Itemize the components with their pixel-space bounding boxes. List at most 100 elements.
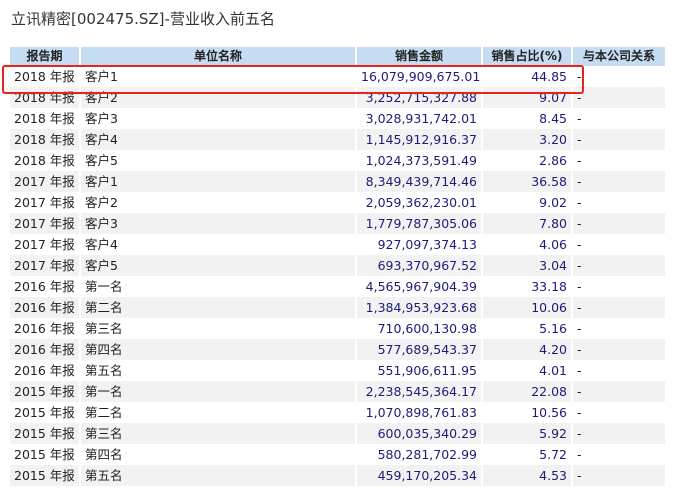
period-cell: 2017 年报 [10,171,81,192]
relation-cell: - [572,213,667,234]
name-cell: 第一名 [80,381,357,402]
pct-cell: 5.92 [482,423,573,444]
amount-cell: 459,170,205.34 [356,465,483,486]
pct-cell: 9.07 [482,87,573,108]
header-period[interactable]: 报告期 [10,47,81,66]
relation-cell: - [572,108,667,129]
revenue-top5-table: 报告期 单位名称 销售金额 销售占比(%) 与本公司关系 2018 年报 客户1 1… [10,47,667,486]
header-pct[interactable]: 销售占比(%) [482,47,573,66]
period-cell: 2016 年报 [10,360,81,381]
period-cell: 2016 年报 [10,297,81,318]
period-cell: 2018 年报 [10,87,81,108]
period-cell: 2016 年报 [10,318,81,339]
amount-cell: 2,238,545,364.17 [356,381,483,402]
pct-cell: 2.86 [482,150,573,171]
amount-cell: 3,028,931,742.01 [356,108,483,129]
amount-cell: 16,079,909,675.01 [356,66,483,87]
period-cell: 2017 年报 [10,255,81,276]
table-row: 2018 年报 客户5 1,024,373,591.49 2.86- [10,150,667,171]
table-row: 2017 年报 客户5 693,370,967.52 3.04- [10,255,667,276]
name-cell: 客户3 [80,213,357,234]
table-header-row: 报告期 单位名称 销售金额 销售占比(%) 与本公司关系 [10,47,667,66]
relation-cell: - [572,402,667,423]
pct-cell: 8.45 [482,108,573,129]
period-cell: 2018 年报 [10,66,81,87]
amount-cell: 1,384,953,923.68 [356,297,483,318]
relation-cell: - [572,192,667,213]
name-cell: 客户4 [80,234,357,255]
relation-cell: - [572,381,667,402]
name-cell: 第二名 [80,402,357,423]
pct-cell: 22.08 [482,381,573,402]
table-row: 2016 年报 第二名 1,384,953,923.68 10.06- [10,297,667,318]
table-row: 2018 年报 客户1 16,079,909,675.01 44.85- [10,66,667,87]
name-cell: 第四名 [80,444,357,465]
relation-cell: - [572,444,667,465]
relation-cell: - [572,360,667,381]
name-cell: 客户2 [80,87,357,108]
pct-cell: 9.02 [482,192,573,213]
relation-cell: - [572,150,667,171]
pct-cell: 36.58 [482,171,573,192]
name-cell: 客户1 [80,171,357,192]
pct-cell: 5.16 [482,318,573,339]
amount-cell: 551,906,611.95 [356,360,483,381]
period-cell: 2015 年报 [10,444,81,465]
name-cell: 第一名 [80,276,357,297]
relation-cell: - [572,129,667,150]
header-relation[interactable]: 与本公司关系 [572,47,667,66]
pct-cell: 3.20 [482,129,573,150]
table-row: 2017 年报 客户4 927,097,374.13 4.06- [10,234,667,255]
table-row: 2016 年报 第五名 551,906,611.95 4.01- [10,360,667,381]
table-row: 2015 年报 第三名 600,035,340.29 5.92- [10,423,667,444]
amount-cell: 4,565,967,904.39 [356,276,483,297]
pct-cell: 10.06 [482,297,573,318]
header-name[interactable]: 单位名称 [80,47,357,66]
relation-cell: - [572,171,667,192]
period-cell: 2017 年报 [10,213,81,234]
pct-cell: 44.85 [482,66,573,87]
period-cell: 2018 年报 [10,129,81,150]
table-row: 2018 年报 客户3 3,028,931,742.01 8.45- [10,108,667,129]
relation-cell: - [572,339,667,360]
period-cell: 2018 年报 [10,150,81,171]
relation-cell: - [572,318,667,339]
period-cell: 2017 年报 [10,192,81,213]
period-cell: 2015 年报 [10,381,81,402]
period-cell: 2015 年报 [10,423,81,444]
amount-cell: 1,070,898,761.83 [356,402,483,423]
period-cell: 2018 年报 [10,108,81,129]
relation-cell: - [572,465,667,486]
table-row: 2015 年报 第二名 1,070,898,761.83 10.56- [10,402,667,423]
period-cell: 2015 年报 [10,465,81,486]
page-title: 立讯精密[002475.SZ]-营业收入前五名 [11,10,275,28]
relation-cell: - [572,297,667,318]
relation-cell: - [572,66,667,87]
pct-cell: 10.56 [482,402,573,423]
relation-cell: - [572,234,667,255]
amount-cell: 693,370,967.52 [356,255,483,276]
table-row: 2015 年报 第五名 459,170,205.34 4.53- [10,465,667,486]
header-amount[interactable]: 销售金额 [356,47,483,66]
pct-cell: 4.06 [482,234,573,255]
amount-cell: 8,349,439,714.46 [356,171,483,192]
name-cell: 第二名 [80,297,357,318]
table-row: 2016 年报 第一名 4,565,967,904.39 33.18- [10,276,667,297]
pct-cell: 33.18 [482,276,573,297]
relation-cell: - [572,423,667,444]
name-cell: 客户1 [80,66,357,87]
name-cell: 第四名 [80,339,357,360]
pct-cell: 7.80 [482,213,573,234]
pct-cell: 5.72 [482,444,573,465]
amount-cell: 577,689,543.37 [356,339,483,360]
table-row: 2015 年报 第一名 2,238,545,364.17 22.08- [10,381,667,402]
amount-cell: 1,779,787,305.06 [356,213,483,234]
table-row: 2017 年报 客户1 8,349,439,714.46 36.58- [10,171,667,192]
name-cell: 第三名 [80,318,357,339]
period-cell: 2015 年报 [10,402,81,423]
table-row: 2016 年报 第三名 710,600,130.98 5.16- [10,318,667,339]
amount-cell: 1,145,912,916.37 [356,129,483,150]
relation-cell: - [572,276,667,297]
name-cell: 第五名 [80,360,357,381]
amount-cell: 1,024,373,591.49 [356,150,483,171]
